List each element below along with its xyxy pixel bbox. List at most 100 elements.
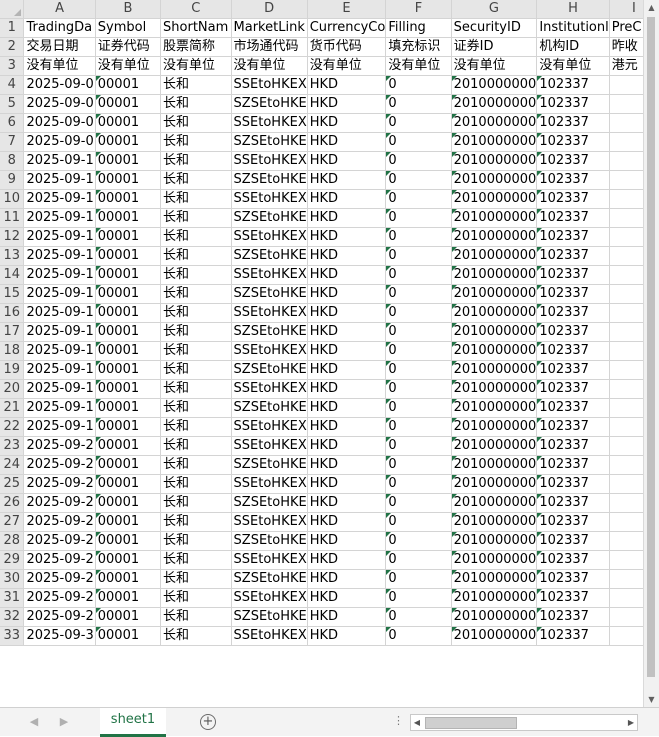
cell[interactable]: 2010000000 [451,588,538,608]
cell[interactable]: 2025-09-0 [23,113,96,133]
cell[interactable]: 2025-09-2 [23,550,96,570]
row-header[interactable]: 16 [0,303,25,323]
row-header[interactable]: 15 [0,284,25,304]
cell[interactable]: SSEtoHKEX [231,265,308,285]
row-header[interactable]: 6 [0,113,25,133]
cell[interactable]: HKD [307,303,387,323]
cell[interactable]: HKD [307,170,387,190]
cell[interactable]: 2025-09-2 [23,607,96,627]
cell[interactable]: 00001 [95,569,162,589]
cell[interactable]: 0 [385,132,452,152]
cell[interactable]: 102337 [536,607,610,627]
cell[interactable]: SSEtoHKEX [231,550,308,570]
cell[interactable]: 00001 [95,94,162,114]
cell[interactable]: 2025-09-1 [23,246,96,266]
cell[interactable]: 102337 [536,512,610,532]
cell[interactable]: 00001 [95,322,162,342]
cell[interactable]: SZSEtoHKE [231,531,308,551]
cell[interactable]: 2025-09-1 [23,360,96,380]
cell[interactable]: 长和 [160,493,232,513]
cell[interactable]: 2010000000 [451,189,538,209]
cell[interactable]: 长和 [160,265,232,285]
column-header-c[interactable]: C [160,0,232,19]
cell[interactable]: 0 [385,360,452,380]
cell[interactable]: 长和 [160,531,232,551]
cell[interactable]: SSEtoHKEX [231,227,308,247]
cell[interactable]: HKD [307,246,387,266]
cell[interactable]: HKD [307,75,387,95]
cell[interactable]: 2025-09-2 [23,569,96,589]
row-header[interactable]: 14 [0,265,25,285]
cell[interactable]: 机构ID [536,37,610,57]
column-header-a[interactable]: A [23,0,96,19]
cell[interactable]: 长和 [160,132,232,152]
row-header[interactable]: 33 [0,626,25,646]
cell[interactable]: SZSEtoHKE [231,94,308,114]
cell[interactable]: 2010000000 [451,398,538,418]
cell[interactable]: 2010000000 [451,132,538,152]
cell[interactable]: HKD [307,417,387,437]
cell[interactable]: SSEtoHKEX [231,474,308,494]
cell[interactable]: Filling [385,18,452,38]
vertical-scrollbar[interactable]: ▲ ▼ [643,0,659,707]
cell[interactable]: 0 [385,246,452,266]
cell[interactable]: SZSEtoHKE [231,170,308,190]
row-header[interactable]: 25 [0,474,25,494]
cell[interactable]: 0 [385,436,452,456]
cell[interactable]: 00001 [95,493,162,513]
cell[interactable]: 0 [385,626,452,646]
cell[interactable]: 102337 [536,75,610,95]
cell[interactable]: 102337 [536,493,610,513]
cell[interactable]: 102337 [536,246,610,266]
cell[interactable]: 00001 [95,208,162,228]
row-header[interactable]: 1 [0,18,25,38]
cell[interactable]: 102337 [536,113,610,133]
cell[interactable]: 0 [385,569,452,589]
cell[interactable]: 102337 [536,341,610,361]
cell[interactable]: 2025-09-2 [23,474,96,494]
cell[interactable]: 长和 [160,512,232,532]
cell[interactable]: 00001 [95,303,162,323]
row-header[interactable]: 23 [0,436,25,456]
cell[interactable]: 2010000000 [451,227,538,247]
cell[interactable]: 00001 [95,531,162,551]
cell[interactable]: 102337 [536,436,610,456]
cell[interactable]: 2010000000 [451,265,538,285]
cell[interactable]: 00001 [95,360,162,380]
cell[interactable]: 2010000000 [451,455,538,475]
cell[interactable]: 2025-09-1 [23,284,96,304]
cell[interactable]: 交易日期 [23,37,96,57]
cell[interactable]: HKD [307,113,387,133]
scroll-down-icon[interactable]: ▼ [644,692,659,707]
cell[interactable]: SSEtoHKEX [231,626,308,646]
cell[interactable]: HKD [307,398,387,418]
cell[interactable]: 00001 [95,588,162,608]
cell[interactable]: 0 [385,398,452,418]
cell[interactable]: 2025-09-2 [23,436,96,456]
cell[interactable]: 2025-09-1 [23,189,96,209]
select-all-corner[interactable] [0,0,25,19]
cell[interactable]: HKD [307,531,387,551]
cell[interactable]: HKD [307,455,387,475]
cell[interactable]: 2010000000 [451,417,538,437]
cell[interactable]: HKD [307,588,387,608]
cell[interactable]: 102337 [536,322,610,342]
cell[interactable]: SSEtoHKEX [231,151,308,171]
row-header[interactable]: 7 [0,132,25,152]
column-header-e[interactable]: E [307,0,387,19]
cell[interactable]: 2025-09-1 [23,417,96,437]
cell[interactable]: 2010000000 [451,379,538,399]
row-header[interactable]: 24 [0,455,25,475]
more-icon[interactable]: ⋮ [393,714,404,727]
cell[interactable]: 00001 [95,398,162,418]
cell[interactable]: 没有单位 [451,56,538,76]
cell[interactable]: 0 [385,607,452,627]
cell[interactable]: 2010000000 [451,151,538,171]
cell[interactable]: HKD [307,208,387,228]
cell[interactable]: 2025-09-1 [23,208,96,228]
cell[interactable]: 货币代码 [307,37,387,57]
cell[interactable]: HKD [307,360,387,380]
cell[interactable]: 没有单位 [160,56,232,76]
cell[interactable]: 102337 [536,208,610,228]
row-header[interactable]: 31 [0,588,25,608]
